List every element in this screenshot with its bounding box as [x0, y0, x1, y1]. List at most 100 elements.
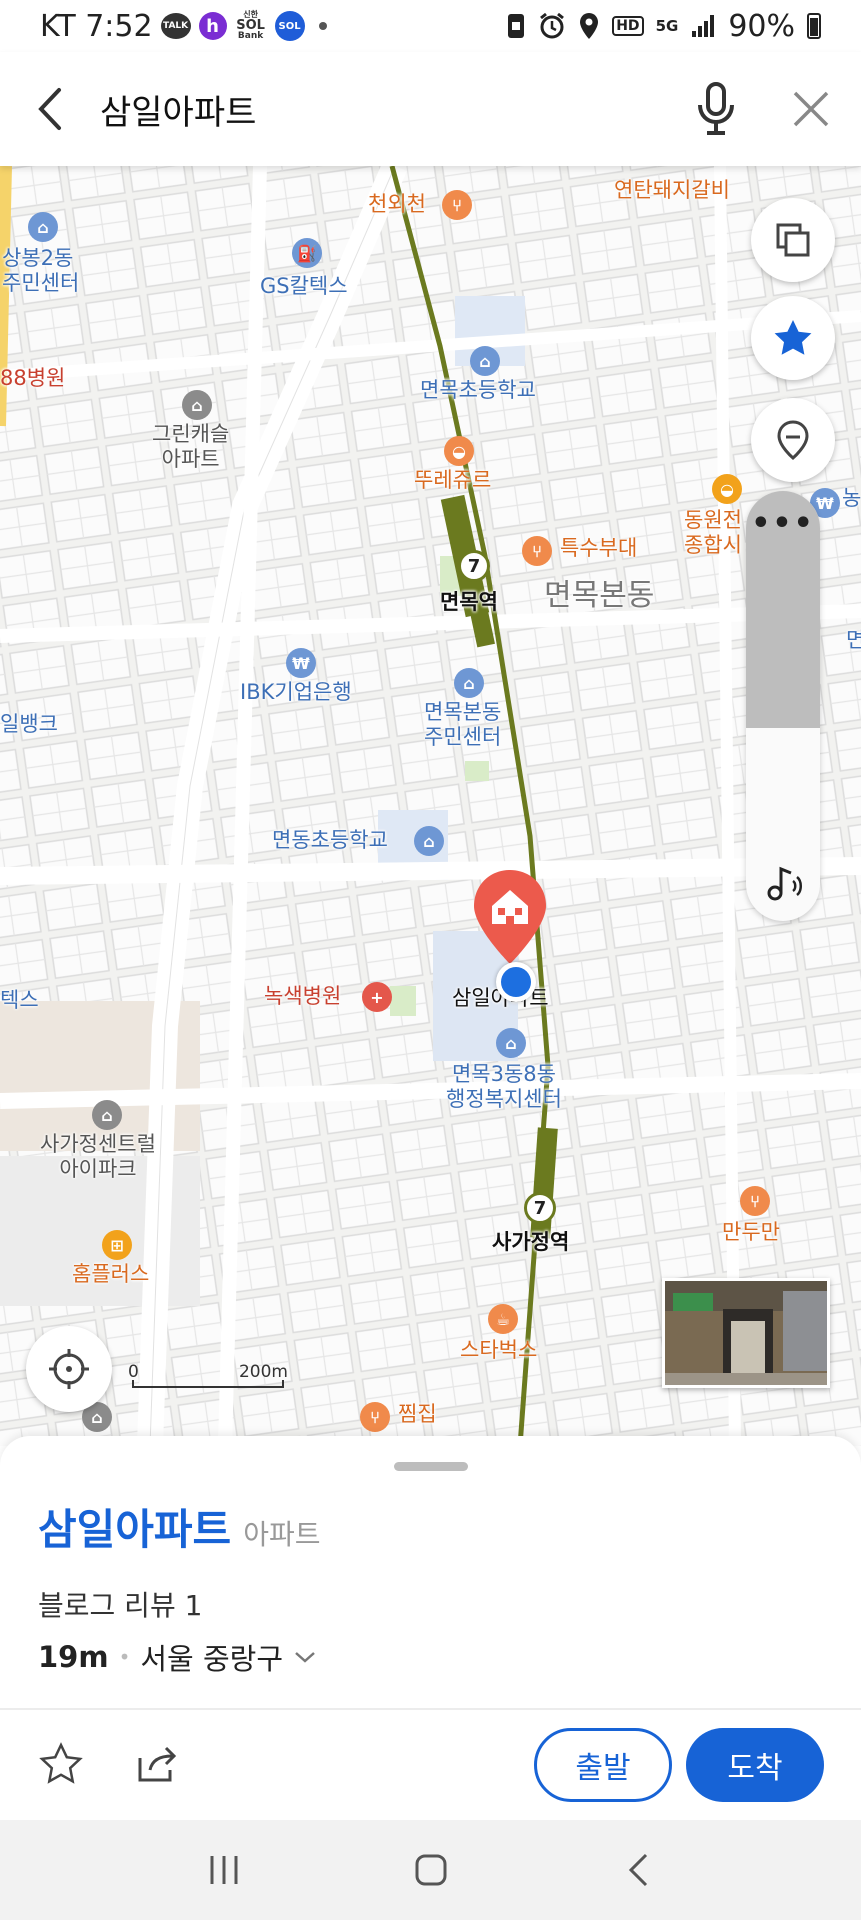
school-pin-icon[interactable]: ⌂ — [414, 826, 444, 856]
more-options-icon[interactable]: ••• — [746, 509, 820, 539]
bakery-pin-icon[interactable]: ◒ — [444, 436, 474, 466]
status-bar: KT 7:52 TALK h 신한 SOL Bank SOL HD 5G 90% — [0, 0, 861, 52]
shopping-pin-icon[interactable]: ⊞ — [102, 1230, 132, 1260]
poi-label[interactable]: GS칼텍스 — [260, 274, 348, 299]
blog-review-link[interactable]: 블로그 리뷰 1 — [38, 1584, 202, 1624]
map-view[interactable]: 천외천 ⑂ 연탄돼지갈비 ⌂ 상봉2동 주민센터 ⛽ GS칼텍스 88병원 ⌂ … — [0, 166, 861, 1446]
music-note-icon[interactable] — [746, 863, 820, 903]
school-pin-icon[interactable]: ⌂ — [470, 346, 500, 376]
poi-label[interactable]: 일뱅크 — [0, 712, 58, 737]
save-favorite-button[interactable] — [34, 1734, 88, 1794]
apartment-pin-icon[interactable]: ⌂ — [92, 1100, 122, 1130]
poi-label[interactable]: 88병원 — [0, 366, 65, 391]
poi-label[interactable]: 상봉2동 주민센터 — [2, 246, 79, 296]
carrier-time: KT 7:52 — [40, 8, 153, 44]
poi-label[interactable]: 농 — [842, 486, 861, 511]
star-outline-icon — [39, 1742, 83, 1784]
market-pin-icon[interactable]: ◒ — [712, 474, 742, 504]
sol-bank-icon: 신한 SOL Bank — [235, 11, 267, 41]
poi-label[interactable]: 홈플러스 — [72, 1262, 149, 1287]
poi-label[interactable]: 스타벅스 — [460, 1338, 537, 1363]
poi-label[interactable]: 녹색병원 — [264, 984, 341, 1009]
poi-label[interactable]: 동원전 종합시 — [684, 508, 742, 558]
status-right: HD 5G 90% — [506, 9, 821, 44]
crosshair-icon — [49, 1349, 89, 1389]
poi-label[interactable]: 특수부대 — [560, 536, 637, 561]
cafe-pin-icon[interactable]: ☕ — [488, 1304, 518, 1334]
restaurant-pin-icon[interactable]: ⑂ — [522, 536, 552, 566]
my-location-button[interactable] — [26, 1326, 112, 1412]
chevron-left-icon — [38, 88, 61, 130]
hospital-pin-icon[interactable]: + — [362, 982, 392, 1012]
back-button[interactable] — [0, 52, 100, 166]
chevron-down-icon[interactable] — [293, 1649, 317, 1665]
share-button[interactable] — [128, 1734, 188, 1794]
map-base — [0, 166, 861, 1446]
poi-label[interactable]: 만두만 — [722, 1220, 780, 1245]
close-icon — [793, 91, 829, 127]
apartment-pin-icon[interactable]: ⌂ — [182, 390, 212, 420]
poi-label[interactable]: 면동초등학교 — [272, 828, 388, 853]
recent-apps-button[interactable] — [179, 1835, 269, 1905]
place-title: 삼일아파트 아파트 — [38, 1496, 320, 1557]
bank-pin-icon[interactable]: ₩ — [286, 648, 316, 678]
location-icon — [578, 12, 600, 40]
more-notifications-icon — [318, 22, 327, 30]
layers-icon — [776, 223, 810, 257]
gas-station-pin-icon[interactable]: ⛽ — [292, 238, 322, 268]
system-back-button[interactable] — [593, 1835, 683, 1905]
restaurant-pin-icon[interactable]: ⑂ — [442, 190, 472, 220]
map-pin-icon — [777, 420, 809, 460]
subway-line-badge[interactable]: 7 — [524, 1192, 556, 1224]
clear-search-button[interactable] — [761, 52, 861, 166]
poi-label[interactable]: 면목본동 주민센터 — [424, 700, 501, 750]
poi-label[interactable]: 연탄돼지갈비 — [614, 178, 730, 203]
home-button[interactable] — [386, 1835, 476, 1905]
restaurant-pin-icon[interactable]: ⑂ — [360, 1402, 390, 1432]
poi-label[interactable]: 면목초등학교 — [420, 378, 536, 403]
place-info-sheet[interactable]: 삼일아파트 아파트 블로그 리뷰 1 19m • 서울 중랑구 출발 도착 — [0, 1436, 861, 1820]
pin-place-button[interactable] — [751, 398, 835, 482]
poi-label[interactable]: 뚜레쥬르 — [414, 468, 491, 493]
poi-label[interactable]: 천외천 — [368, 192, 426, 217]
map-layers-button[interactable] — [751, 198, 835, 282]
separator-dot: • — [118, 1645, 131, 1669]
favorites-button[interactable] — [751, 296, 835, 380]
depart-button[interactable]: 출발 — [534, 1728, 672, 1802]
search-bar: 삼일아파트 — [0, 52, 861, 166]
roadview-thumbnail[interactable] — [662, 1278, 830, 1388]
voice-search-button[interactable] — [671, 52, 761, 166]
current-location-marker — [496, 962, 536, 1002]
battery-percent: 90% — [728, 8, 795, 44]
signal-icon — [690, 13, 716, 39]
restaurant-pin-icon[interactable]: ⑂ — [740, 1186, 770, 1216]
government-pin-icon[interactable]: ⌂ — [496, 1028, 526, 1058]
government-pin-icon[interactable]: ⌂ — [28, 212, 58, 242]
distance-address-row[interactable]: 19m • 서울 중랑구 — [38, 1636, 317, 1678]
sheet-drag-handle[interactable] — [394, 1462, 468, 1471]
poi-label[interactable]: IBK기업은행 — [240, 680, 352, 705]
poi-label[interactable]: 찜집 — [398, 1402, 437, 1427]
poi-label[interactable]: 면목3동8동 행정복지센터 — [446, 1062, 562, 1112]
poi-label[interactable]: 텍스 — [0, 988, 39, 1013]
action-row: 출발 도착 — [0, 1726, 861, 1816]
station-label[interactable]: 사가정역 — [492, 1230, 569, 1255]
station-label[interactable]: 면목역 — [440, 590, 498, 615]
h-app-icon: h — [198, 12, 227, 40]
search-input[interactable]: 삼일아파트 — [100, 85, 671, 134]
home-icon — [415, 1854, 446, 1886]
poi-label[interactable]: 사가정센트럴 아이파크 — [40, 1132, 156, 1182]
distance: 19m — [38, 1640, 109, 1674]
poi-label[interactable]: 면 — [846, 628, 861, 653]
poi-label[interactable]: 그린캐슬 아파트 — [152, 422, 229, 472]
back-icon — [628, 1853, 647, 1887]
volume-slider[interactable]: ••• — [746, 491, 820, 921]
scale-bar — [132, 1380, 284, 1388]
destination-marker[interactable] — [470, 868, 550, 968]
government-pin-icon[interactable]: ⌂ — [454, 668, 484, 698]
microphone-icon — [698, 82, 734, 135]
arrive-button[interactable]: 도착 — [686, 1728, 824, 1802]
5g-icon: 5G — [656, 17, 679, 35]
place-name[interactable]: 삼일아파트 — [38, 1496, 231, 1557]
subway-line-badge[interactable]: 7 — [458, 550, 490, 582]
